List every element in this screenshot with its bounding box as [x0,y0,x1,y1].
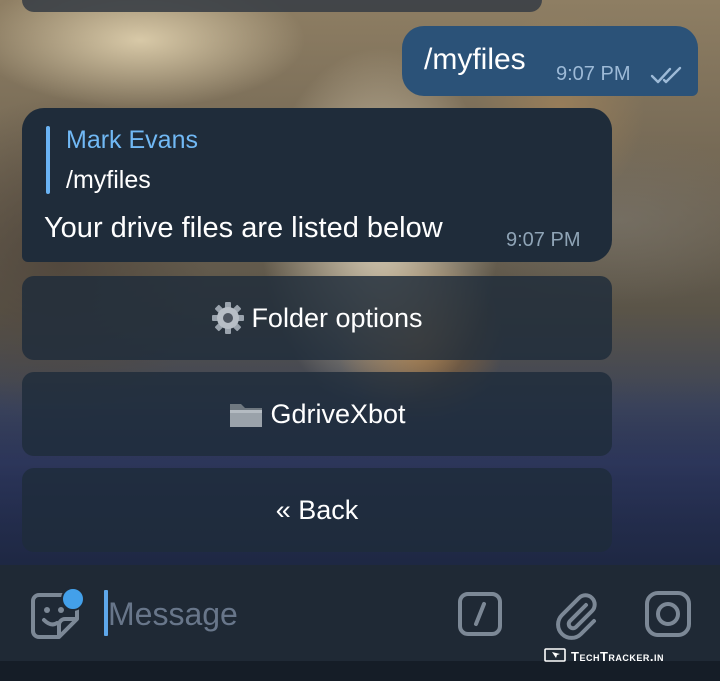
folder-icon [228,398,264,430]
camera-icon[interactable] [644,590,692,638]
reply-quote-bar [46,126,50,194]
attach-icon[interactable] [552,589,600,641]
outgoing-message-text: /myfiles [424,43,526,76]
reply-sender-name[interactable]: Mark Evans [66,126,198,155]
outgoing-message-bubble[interactable]: /myfiles 9:07 PM [402,26,698,96]
incoming-message-text: Your drive files are listed below [44,212,443,244]
watermark-text: TechTracker.in [571,648,664,664]
gear-icon [211,301,245,335]
gdrivexbot-folder-button[interactable]: GdriveXbot [22,372,612,456]
double-check-icon [650,66,682,84]
previous-message-bubble [22,0,542,12]
reply-quoted-text: /myfiles [66,166,151,194]
monitor-logo-icon [544,648,566,662]
back-button[interactable]: « Back [22,468,612,552]
bot-command-icon[interactable] [457,591,503,637]
gdrivexbot-label: GdriveXbot [270,398,406,429]
incoming-message-time: 9:07 PM [506,229,581,251]
message-input[interactable] [108,590,428,638]
outgoing-message-time: 9:07 PM [556,63,631,85]
incoming-message-bubble[interactable]: Mark Evans /myfiles Your drive files are… [22,108,612,262]
watermark: TechTracker.in [544,646,664,666]
folder-options-button[interactable]: Folder options [22,276,612,360]
back-label: « Back [275,494,359,525]
sticker-notification-dot [61,587,85,611]
folder-options-label: Folder options [251,302,423,333]
